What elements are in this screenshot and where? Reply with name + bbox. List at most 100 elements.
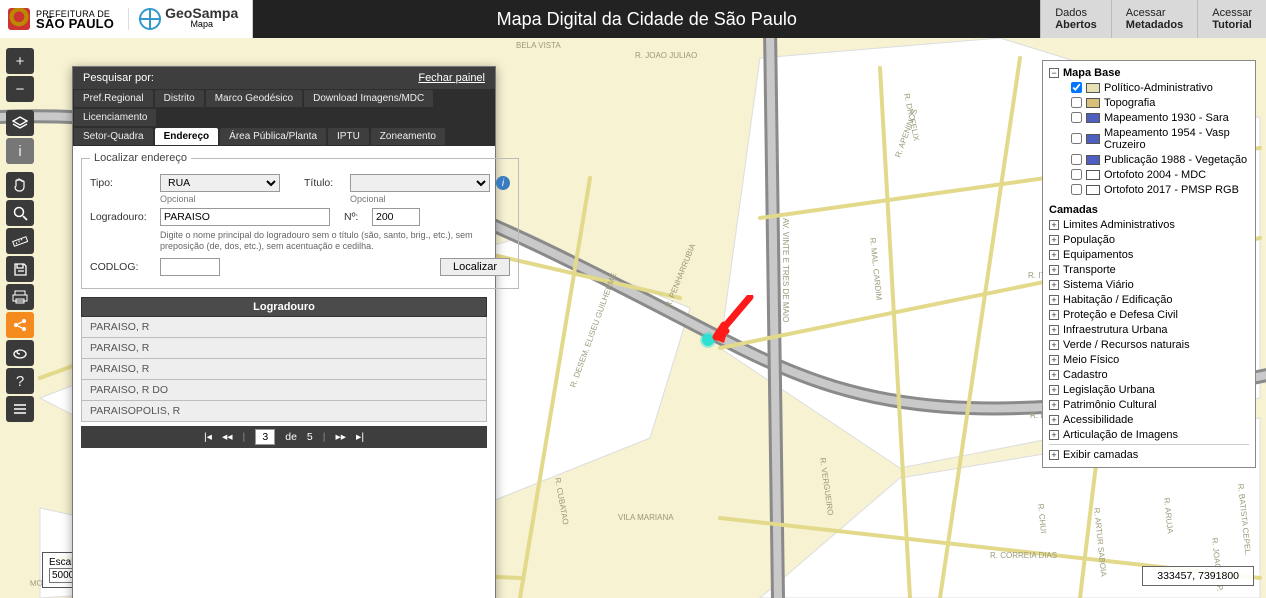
pager-last[interactable]: ▸| xyxy=(356,431,364,443)
help-icon[interactable]: i xyxy=(496,176,510,190)
numero-input[interactable] xyxy=(372,208,420,226)
expand-icon[interactable]: + xyxy=(1049,370,1059,380)
base-layer-item[interactable]: Ortofoto 2017 - PMSP RGB xyxy=(1071,182,1249,197)
expand-icon[interactable]: + xyxy=(1049,450,1059,460)
base-layer-item[interactable]: Político-Administrativo xyxy=(1071,80,1249,95)
header-links: Dados Abertos Acessar Metadados Acessar … xyxy=(1040,0,1266,38)
tab-licenciamento[interactable]: Licenciamento xyxy=(74,109,156,126)
pan-hand-button[interactable] xyxy=(6,172,34,198)
save-button[interactable] xyxy=(6,256,34,282)
pager-next[interactable]: ▸▸ xyxy=(336,431,347,443)
layers-button[interactable] xyxy=(6,110,34,136)
label-tipo: Tipo: xyxy=(90,177,154,189)
expand-icon[interactable]: + xyxy=(1049,265,1059,275)
base-layer-item[interactable]: Ortofoto 2004 - MDC xyxy=(1071,167,1249,182)
titulo-select[interactable] xyxy=(350,174,490,192)
base-layer-checkbox[interactable] xyxy=(1071,133,1082,144)
base-layer-checkbox[interactable] xyxy=(1071,184,1082,195)
pager-current[interactable]: 3 xyxy=(255,429,275,445)
codlog-input[interactable] xyxy=(160,258,220,276)
header-link-tutorial[interactable]: Acessar Tutorial xyxy=(1197,0,1266,38)
camada-item[interactable]: + Infraestrutura Urbana xyxy=(1049,322,1249,337)
expand-icon[interactable]: + xyxy=(1049,430,1059,440)
tab-marco-geodesico[interactable]: Marco Geodésico xyxy=(206,90,302,107)
camada-item[interactable]: +Cadastro xyxy=(1049,367,1249,382)
expand-icon[interactable]: + xyxy=(1049,415,1059,425)
expand-icon[interactable]: + xyxy=(1049,355,1059,365)
close-panel-link[interactable]: Fechar painel xyxy=(418,72,485,84)
camada-item[interactable]: +Limites Administrativos xyxy=(1049,217,1249,232)
expand-icon[interactable]: + xyxy=(1049,325,1059,335)
camada-item[interactable]: + Verde / Recursos naturais xyxy=(1049,337,1249,352)
base-layer-checkbox[interactable] xyxy=(1071,82,1082,93)
camada-item[interactable]: +Articulação de Imagens xyxy=(1049,427,1249,442)
tab-endereco[interactable]: Endereço xyxy=(155,128,219,145)
tab-area-publica[interactable]: Área Pública/Planta xyxy=(220,128,326,145)
search-tool-button[interactable] xyxy=(6,200,34,226)
base-layer-item[interactable]: Publicação 1988 - Vegetação xyxy=(1071,152,1249,167)
base-layer-item[interactable]: Mapeamento 1930 - Sara xyxy=(1071,110,1249,125)
grid-row[interactable]: PARAISO, R xyxy=(81,359,487,380)
measure-button[interactable] xyxy=(6,228,34,254)
tab-zoneamento[interactable]: Zoneamento xyxy=(371,128,445,145)
pager-prev[interactable]: ◂◂ xyxy=(222,431,233,443)
header-link-dados-abertos[interactable]: Dados Abertos xyxy=(1040,0,1111,38)
zoom-out-button[interactable]: − xyxy=(6,76,34,102)
base-layer-item[interactable]: Mapeamento 1954 - Vasp Cruzeiro xyxy=(1071,125,1249,152)
grid-row[interactable]: PARAISO, R xyxy=(81,317,487,338)
tab-download-imagens[interactable]: Download Imagens/MDC xyxy=(304,90,433,107)
camada-item[interactable]: +Transporte xyxy=(1049,262,1249,277)
camada-item[interactable]: +Patrimônio Cultural xyxy=(1049,397,1249,412)
print-button[interactable] xyxy=(6,284,34,310)
camadas-node[interactable]: Camadas xyxy=(1049,201,1249,217)
pager-total: 5 xyxy=(307,431,313,443)
logradouro-input[interactable] xyxy=(160,208,330,226)
feedback-button[interactable] xyxy=(6,340,34,366)
grid-row[interactable]: PARAISO, R xyxy=(81,338,487,359)
base-layer-checkbox[interactable] xyxy=(1071,112,1082,123)
expand-icon[interactable]: + xyxy=(1049,340,1059,350)
expand-icon[interactable]: + xyxy=(1049,400,1059,410)
base-layer-checkbox[interactable] xyxy=(1071,169,1082,180)
expand-icon[interactable]: + xyxy=(1049,220,1059,230)
expand-icon[interactable]: + xyxy=(1049,280,1059,290)
header-link-metadados[interactable]: Acessar Metadados xyxy=(1111,0,1197,38)
tab-iptu[interactable]: IPTU xyxy=(328,128,369,145)
camada-item[interactable]: +Acessibilidade xyxy=(1049,412,1249,427)
camada-item[interactable]: + Equipamentos xyxy=(1049,247,1249,262)
menu-button[interactable] xyxy=(6,396,34,422)
info-button[interactable]: i xyxy=(6,138,34,164)
tab-distrito[interactable]: Distrito xyxy=(155,90,204,107)
camada-item[interactable]: +Legislação Urbana xyxy=(1049,382,1249,397)
expand-icon[interactable]: + xyxy=(1049,235,1059,245)
share-button[interactable] xyxy=(6,312,34,338)
grid-row[interactable]: PARAISOPOLIS, R xyxy=(81,401,487,422)
camada-item[interactable]: + Habitação / Edificação xyxy=(1049,292,1249,307)
camada-item[interactable]: +População xyxy=(1049,232,1249,247)
expand-icon[interactable]: + xyxy=(1049,385,1059,395)
tipo-select[interactable]: RUA xyxy=(160,174,280,192)
camada-label: Verde / Recursos naturais xyxy=(1063,339,1249,351)
zoom-in-button[interactable]: + xyxy=(6,48,34,74)
camada-label: Equipamentos xyxy=(1063,249,1249,261)
collapse-icon[interactable]: − xyxy=(1049,68,1059,78)
base-layer-checkbox[interactable] xyxy=(1071,154,1082,165)
tab-setor-quadra[interactable]: Setor-Quadra xyxy=(74,128,153,145)
localizar-button[interactable]: Localizar xyxy=(440,258,510,276)
base-layer-checkbox[interactable] xyxy=(1071,97,1082,108)
help-button[interactable]: ? xyxy=(6,368,34,394)
camada-item[interactable]: +Meio Físico xyxy=(1049,352,1249,367)
camada-item[interactable]: +Sistema Viário xyxy=(1049,277,1249,292)
camada-item[interactable]: +Proteção e Defesa Civil xyxy=(1049,307,1249,322)
expand-icon[interactable]: + xyxy=(1049,295,1059,305)
camada-label: Infraestrutura Urbana xyxy=(1063,324,1249,336)
pager-first[interactable]: |◂ xyxy=(204,431,212,443)
expand-icon[interactable]: + xyxy=(1049,310,1059,320)
mapa-base-node[interactable]: − Mapa Base xyxy=(1049,65,1249,80)
grid-row[interactable]: PARAISO, R DO xyxy=(81,380,487,401)
tab-pref-regional[interactable]: Pref.Regional xyxy=(74,90,153,107)
base-layer-item[interactable]: Topografia xyxy=(1071,95,1249,110)
expand-icon[interactable]: + xyxy=(1049,250,1059,260)
camada-label: Habitação / Edificação xyxy=(1063,294,1249,306)
exibir-camadas-row[interactable]: + Exibir camadas xyxy=(1049,444,1249,463)
